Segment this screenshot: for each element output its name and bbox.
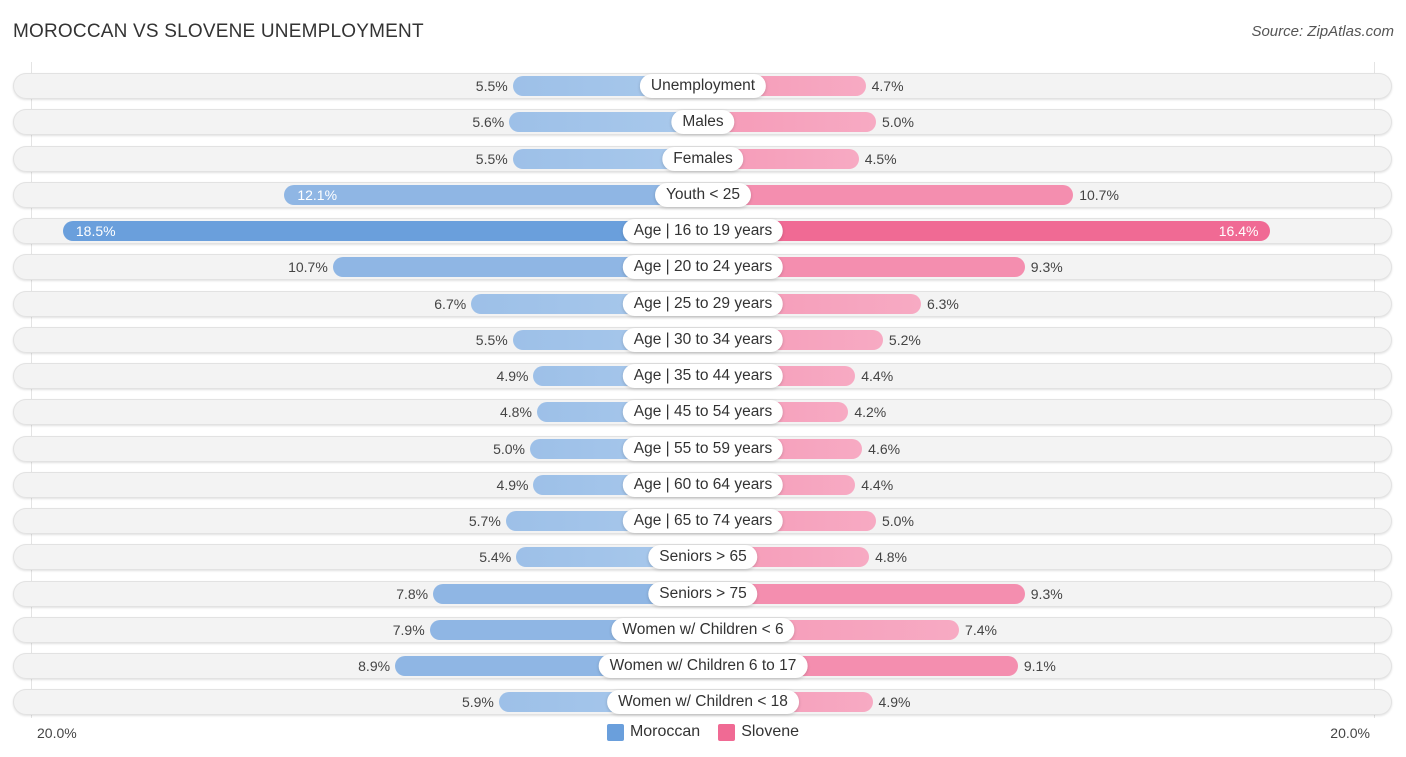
category-label: Seniors > 65 [648, 545, 758, 570]
bar-moroccan[interactable] [62, 221, 703, 241]
value-label-slovene: 4.8% [875, 549, 907, 566]
value-label-moroccan: 8.9% [358, 658, 391, 674]
value-label-slovene: 5.0% [882, 513, 914, 529]
category-label: Age | 55 to 59 years [622, 436, 784, 461]
value-label-moroccan: 5.6% [472, 114, 505, 131]
value-label-moroccan: 10.7% [288, 259, 328, 276]
value-label-moroccan: 7.9% [392, 621, 425, 638]
legend-item-slovene[interactable]: Slovene [718, 723, 799, 741]
category-label: Women w/ Children < 18 [607, 690, 799, 715]
value-label-moroccan: 7.8% [396, 585, 429, 602]
legend-swatch-slovene [718, 723, 736, 741]
value-label-slovene: 7.4% [965, 621, 997, 638]
category-label: Age | 45 to 54 years [622, 400, 784, 425]
value-label-moroccan: 4.9% [496, 368, 529, 384]
value-label-moroccan: 5.7% [468, 513, 501, 529]
value-label-slovene: 10.7% [1079, 186, 1119, 203]
value-label-slovene: 9.3% [1030, 259, 1063, 276]
value-label-slovene: 4.4% [861, 476, 894, 493]
category-label: Females [662, 146, 744, 171]
value-label-slovene: 4.7% [871, 78, 904, 94]
legend-label-slovene: Slovene [741, 723, 800, 740]
category-label: Women w/ Children < 6 [611, 617, 795, 642]
category-label: Unemployment [639, 74, 767, 98]
category-label: Youth < 25 [655, 182, 751, 207]
value-label-slovene: 6.3% [926, 295, 959, 312]
value-label-slovene: 9.3% [1030, 585, 1063, 602]
bar-moroccan[interactable] [284, 184, 703, 205]
category-label: Age | 60 to 64 years [622, 472, 784, 497]
value-label-moroccan: 4.8% [500, 404, 532, 421]
value-label-moroccan: 18.5% [75, 223, 116, 239]
value-label-moroccan: 5.5% [475, 78, 508, 94]
category-label: Women w/ Children 6 to 17 [598, 654, 808, 678]
value-label-slovene: 5.2% [888, 331, 921, 348]
value-label-slovene: 16.4% [1218, 223, 1259, 239]
value-label-slovene: 4.6% [868, 440, 901, 457]
value-label-slovene: 4.4% [861, 368, 894, 384]
value-label-moroccan: 5.5% [475, 150, 508, 167]
category-label: Age | 65 to 74 years [622, 509, 784, 533]
value-label-moroccan: 5.4% [479, 549, 512, 566]
value-label-slovene: 5.0% [882, 114, 914, 131]
value-label-moroccan: 5.0% [493, 440, 525, 457]
value-label-slovene: 9.1% [1023, 658, 1056, 674]
legend-swatch-moroccan [606, 723, 624, 741]
category-label: Age | 25 to 29 years [622, 291, 784, 316]
legend-item-moroccan[interactable]: Moroccan [606, 723, 701, 741]
value-label-slovene: 4.9% [878, 694, 911, 711]
category-label: Age | 16 to 19 years [622, 219, 784, 243]
legend: Moroccan Slovene [0, 723, 1406, 741]
category-label: Males [671, 110, 735, 135]
category-label: Seniors > 75 [648, 581, 758, 606]
value-label-moroccan: 5.5% [475, 331, 508, 348]
value-label-moroccan: 12.1% [297, 186, 338, 203]
category-label: Age | 30 to 34 years [622, 327, 784, 352]
category-label: Age | 35 to 44 years [622, 364, 784, 388]
diverging-bar-chart: 5.5% 4.7% Unemployment 5.6% 5.0% Males 5.5% 4.5… [0, 0, 1406, 757]
value-label-moroccan: 6.7% [434, 295, 467, 312]
bar-slovene[interactable] [703, 184, 1074, 205]
value-label-slovene: 4.2% [854, 404, 887, 421]
bar-slovene[interactable] [703, 221, 1271, 241]
category-label: Age | 20 to 24 years [622, 255, 784, 280]
value-label-moroccan: 4.9% [496, 476, 529, 493]
legend-label-moroccan: Moroccan [629, 723, 701, 740]
value-label-moroccan: 5.9% [461, 694, 494, 711]
value-label-slovene: 4.5% [864, 150, 897, 167]
